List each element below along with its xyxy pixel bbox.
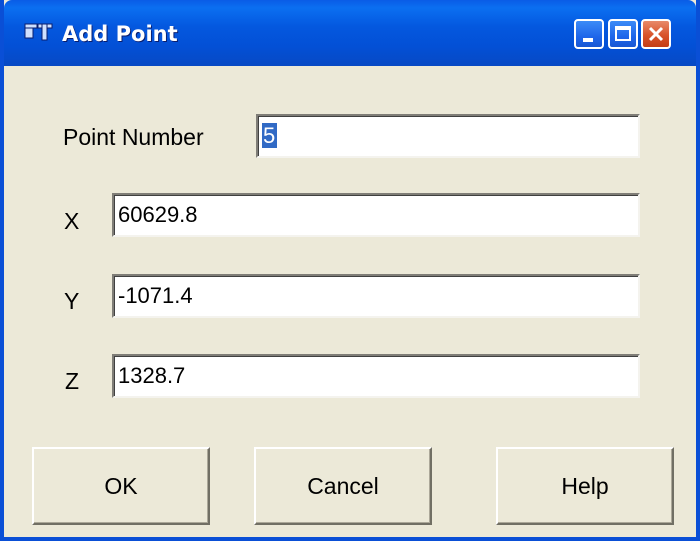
title-bar[interactable]: Add Point (4, 0, 696, 66)
x-label: X (64, 208, 80, 234)
close-button[interactable] (641, 19, 671, 49)
minimize-icon (583, 38, 593, 42)
minimize-button[interactable] (574, 19, 604, 49)
cancel-button[interactable]: Cancel (254, 447, 432, 525)
close-icon (648, 26, 664, 42)
y-field[interactable]: -1071.4 (112, 274, 640, 318)
ok-button[interactable]: OK (32, 447, 210, 525)
z-label: Z (65, 368, 80, 394)
y-value: -1071.4 (118, 283, 193, 308)
z-field[interactable]: 1328.7 (112, 354, 640, 398)
app-icon (24, 22, 54, 44)
x-value: 60629.8 (118, 202, 198, 227)
point-number-field[interactable]: 5 (256, 114, 640, 158)
maximize-button[interactable] (608, 19, 638, 49)
maximize-icon (615, 26, 631, 41)
x-field[interactable]: 60629.8 (112, 193, 640, 237)
z-value: 1328.7 (118, 363, 186, 388)
point-number-label: Point Number (63, 124, 204, 150)
point-number-value: 5 (262, 123, 278, 148)
add-point-dialog: Add Point Point Number 5 X 60629.8 Y -10… (0, 0, 700, 541)
y-label: Y (64, 288, 80, 314)
help-button[interactable]: Help (496, 447, 674, 525)
window-title: Add Point (62, 22, 178, 46)
